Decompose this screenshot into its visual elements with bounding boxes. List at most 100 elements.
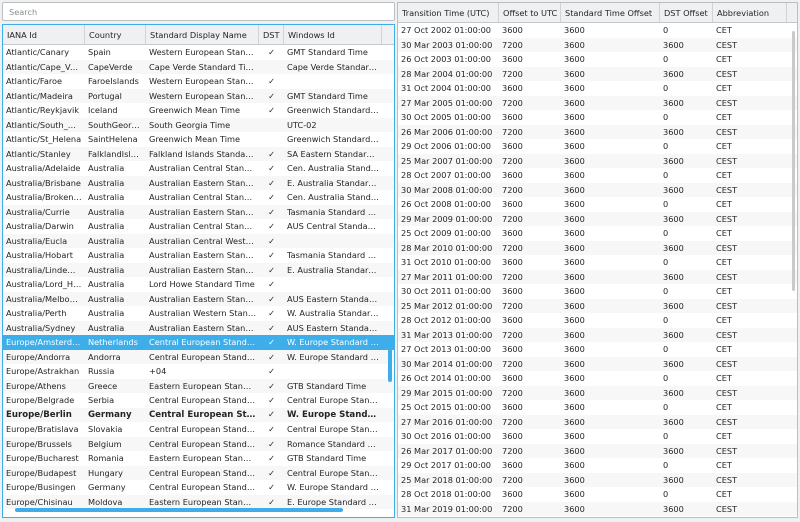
timezone-table[interactable]: IANA Id Country Standard Display Name DS… [2,24,395,518]
cell-country: SouthGeorgi… [88,119,146,130]
horizontal-scrollbar[interactable] [15,508,343,512]
table-row[interactable]: Australia/Sydney Australia Australian East… [3,320,394,335]
table-row[interactable]: Australia/Currie Australia Australian East… [3,204,394,219]
cell-dst: ✓ [268,453,275,463]
column-header-iana-id[interactable]: IANA Id [3,25,85,44]
table-row[interactable]: Europe/Astrakhan Russia +04 ✓ [3,364,394,379]
table-row[interactable]: 28 Oct 2007 01:00:00 3600 3600 0 CET [398,168,797,183]
table-row[interactable]: Europe/Athens Greece Eastern European Stan… [3,378,394,393]
table-row[interactable]: 28 Oct 2018 01:00:00 3600 3600 0 CET [398,487,797,502]
table-row[interactable]: 31 Mar 2019 01:00:00 7200 3600 3600 CEST [398,501,797,516]
table-row[interactable]: Atlantic/Madeira Portugal Western European… [3,88,394,103]
table-row[interactable]: Atlantic/Stanley FalklandIslands Falkland … [3,146,394,161]
table-row[interactable]: 29 Mar 2009 01:00:00 7200 3600 3600 CEST [398,211,797,226]
cell-iana-id: Atlantic/South_Geo… [6,119,85,130]
table-row[interactable]: 27 Mar 2011 01:00:00 7200 3600 3600 CEST [398,269,797,284]
table-row[interactable]: 25 Oct 2009 01:00:00 3600 3600 0 CET [398,226,797,241]
column-header-offset-to-utc[interactable]: Offset to UTC [499,3,561,22]
cell-dst: ✓ [268,264,275,275]
table-row[interactable]: Europe/Berlin Germany Central European Sta… [3,407,394,422]
cell-standard-time-offset: 3600 [564,445,585,456]
table-row[interactable]: 26 Oct 2014 01:00:00 3600 3600 0 CET [398,371,797,386]
table-row[interactable]: 27 Oct 2002 01:00:00 3600 3600 0 CET [398,23,797,38]
cell-standard-time-offset: 3600 [564,68,585,79]
cell-standard-display-name: Australian Central Standard… [149,163,259,173]
column-header-country[interactable]: Country [85,25,146,44]
table-row[interactable]: Australia/Perth Australia Australian Weste… [3,306,394,321]
table-row[interactable]: 26 Oct 2003 01:00:00 3600 3600 0 CET [398,52,797,67]
table-row[interactable]: Europe/Belgrade Serbia Central European St… [3,393,394,408]
table-row[interactable]: 29 Oct 2006 01:00:00 3600 3600 0 CET [398,139,797,154]
column-header-abbreviation[interactable]: Abbreviation [713,3,787,22]
table-row[interactable]: 26 Oct 2008 01:00:00 3600 3600 0 CET [398,197,797,212]
column-header-dst[interactable]: DST [259,25,284,44]
cell-windows-id: E. Australia Standard Time [287,264,382,275]
table-row[interactable]: Atlantic/South_Geo… SouthGeorgi… South Geo… [3,117,394,132]
table-row[interactable]: Europe/Bucharest Romania Eastern European … [3,451,394,466]
table-row[interactable]: 30 Mar 2003 01:00:00 7200 3600 3600 CEST [398,37,797,52]
table-row[interactable]: Atlantic/Canary Spain Western European Sta… [3,45,394,60]
table-row[interactable]: 26 Mar 2017 01:00:00 7200 3600 3600 CEST [398,443,797,458]
cell-dst: ✓ [268,163,275,173]
table-row[interactable]: Australia/Broken_Hill Australia Australian… [3,190,394,205]
cell-standard-display-name: Western European Standar… [149,76,259,86]
column-header-standard-display-name[interactable]: Standard Display Name [146,25,259,44]
table-row[interactable]: 30 Oct 2011 01:00:00 3600 3600 0 CET [398,284,797,299]
cell-iana-id: Europe/Amsterdam [6,337,85,347]
table-row[interactable]: 28 Oct 2012 01:00:00 3600 3600 0 CET [398,313,797,328]
column-header-standard-time-offset[interactable]: Standard Time Offset [561,3,660,22]
table-row[interactable]: 31 Oct 2010 01:00:00 3600 3600 0 CET [398,255,797,270]
table-row[interactable]: Australia/Hobart Australia Australian East… [3,248,394,263]
table-row[interactable]: 25 Mar 2018 01:00:00 7200 3600 3600 CEST [398,472,797,487]
table-row[interactable]: 30 Oct 2005 01:00:00 3600 3600 0 CET [398,110,797,125]
table-row[interactable]: 29 Oct 2017 01:00:00 3600 3600 0 CET [398,458,797,473]
table-row[interactable]: 26 Mar 2006 01:00:00 7200 3600 3600 CEST [398,124,797,139]
cell-standard-time-offset: 3600 [564,387,585,398]
table-row[interactable]: Europe/Busingen Germany Central European S… [3,480,394,495]
cell-dst: ✓ [268,90,275,101]
table-row[interactable]: 30 Mar 2008 01:00:00 7200 3600 3600 CEST [398,182,797,197]
table-row[interactable]: Europe/Bratislava Slovakia Central Europea… [3,422,394,437]
column-header-dst-offset[interactable]: DST Offset [660,3,713,22]
table-row[interactable]: 27 Mar 2005 01:00:00 7200 3600 3600 CEST [398,95,797,110]
table-row[interactable]: 30 Oct 2016 01:00:00 3600 3600 0 CET [398,429,797,444]
vertical-scrollbar[interactable] [388,349,392,382]
cell-country: FaroeIslands [88,76,139,86]
transitions-table[interactable]: Transition Time (UTC) Offset to UTC Stan… [397,2,798,518]
table-row[interactable]: Europe/Andorra Andorra Central European St… [3,349,394,364]
table-row[interactable]: 25 Mar 2012 01:00:00 7200 3600 3600 CEST [398,298,797,313]
table-row[interactable]: 28 Mar 2010 01:00:00 7200 3600 3600 CEST [398,240,797,255]
table-row[interactable]: 29 Mar 2015 01:00:00 7200 3600 3600 CEST [398,385,797,400]
table-row[interactable]: Australia/Adelaide Australia Australian Ce… [3,161,394,176]
table-row[interactable]: 25 Oct 2015 01:00:00 3600 3600 0 CET [398,400,797,415]
table-row[interactable]: Europe/Brussels Belgium Central European S… [3,436,394,451]
vertical-scrollbar[interactable] [792,31,795,291]
table-row[interactable]: Atlantic/Faroe FaroeIslands Western Europe… [3,74,394,89]
table-row[interactable]: Australia/Darwin Australia Australian Cent… [3,219,394,234]
table-row[interactable]: Australia/Melbourne Australia Australian E… [3,291,394,306]
table-row[interactable]: Atlantic/Cape_Verde CapeVerde Cape Verde S… [3,59,394,74]
table-row[interactable]: Europe/Amsterdam Netherlands Central Europ… [3,335,394,350]
table-row[interactable]: 31 Mar 2013 01:00:00 7200 3600 3600 CEST [398,327,797,342]
cell-dst: ✓ [268,322,275,333]
table-row[interactable]: Australia/Lindeman Australia Australian Ea… [3,262,394,277]
table-row[interactable]: Europe/Budapest Hungary Central European S… [3,465,394,480]
search-box[interactable] [2,2,395,21]
table-row[interactable]: 27 Oct 2013 01:00:00 3600 3600 0 CET [398,342,797,357]
table-row[interactable]: 31 Oct 2004 01:00:00 3600 3600 0 CET [398,81,797,96]
table-row[interactable]: 25 Mar 2007 01:00:00 7200 3600 3600 CEST [398,153,797,168]
table-row[interactable]: Atlantic/Reykjavik Iceland Greenwich Mean … [3,103,394,118]
column-header-windows-id[interactable]: Windows Id [284,25,382,44]
table-row[interactable]: Australia/Lord_Howe Australia Lord Howe St… [3,277,394,292]
cell-windows-id: Greenwich Standard Time [287,134,382,144]
table-row[interactable]: Australia/Brisbane Australia Australian Ea… [3,175,394,190]
cell-dst: ✓ [268,424,275,434]
column-header-transition-time[interactable]: Transition Time (UTC) [398,3,499,22]
table-row[interactable]: Europe/Chisinau Moldova Eastern European S… [3,494,394,509]
table-row[interactable]: 30 Mar 2014 01:00:00 7200 3600 3600 CEST [398,356,797,371]
table-row[interactable]: Atlantic/St_Helena SaintHelena Greenwich M… [3,132,394,147]
table-row[interactable]: 27 Mar 2016 01:00:00 7200 3600 3600 CEST [398,414,797,429]
table-row[interactable]: 28 Mar 2004 01:00:00 7200 3600 3600 CEST [398,66,797,81]
search-input[interactable] [3,3,394,20]
table-row[interactable]: Australia/Eucla Australia Australian Centr… [3,233,394,248]
